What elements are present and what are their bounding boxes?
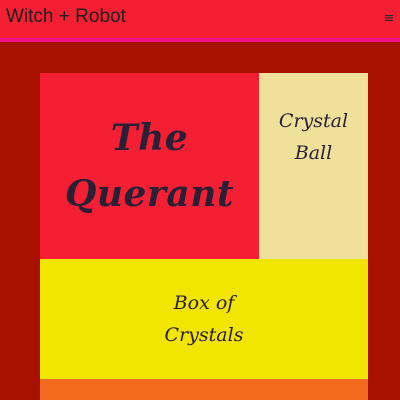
querant-tile[interactable]: The Querant <box>40 73 259 259</box>
crystal-ball-label: Crystal Ball <box>279 105 348 169</box>
crystal-ball-label-line-2: Ball <box>294 142 333 164</box>
box-of-crystals-tile[interactable]: Box of Crystals <box>40 259 368 379</box>
hamburger-menu-icon[interactable]: ≡ <box>382 10 396 28</box>
box-of-crystals-label-line-1: Box of <box>173 292 235 314</box>
box-of-crystals-label: Box of Crystals <box>165 287 244 351</box>
site-title[interactable]: Witch + Robot <box>6 6 126 28</box>
querant-label-line-2: Querant <box>64 173 235 215</box>
querant-label-line-1: The <box>110 117 189 159</box>
box-of-crystals-label-line-2: Crystals <box>164 324 244 346</box>
main-content: The Querant Crystal Ball Box of Crystals <box>0 42 400 400</box>
orange-tile[interactable] <box>40 379 368 400</box>
site-header: Witch + Robot ≡ <box>0 0 400 42</box>
querant-label: The Querant <box>65 110 234 222</box>
crystal-ball-tile[interactable]: Crystal Ball <box>259 73 368 259</box>
crystal-ball-label-line-1: Crystal <box>278 110 349 132</box>
